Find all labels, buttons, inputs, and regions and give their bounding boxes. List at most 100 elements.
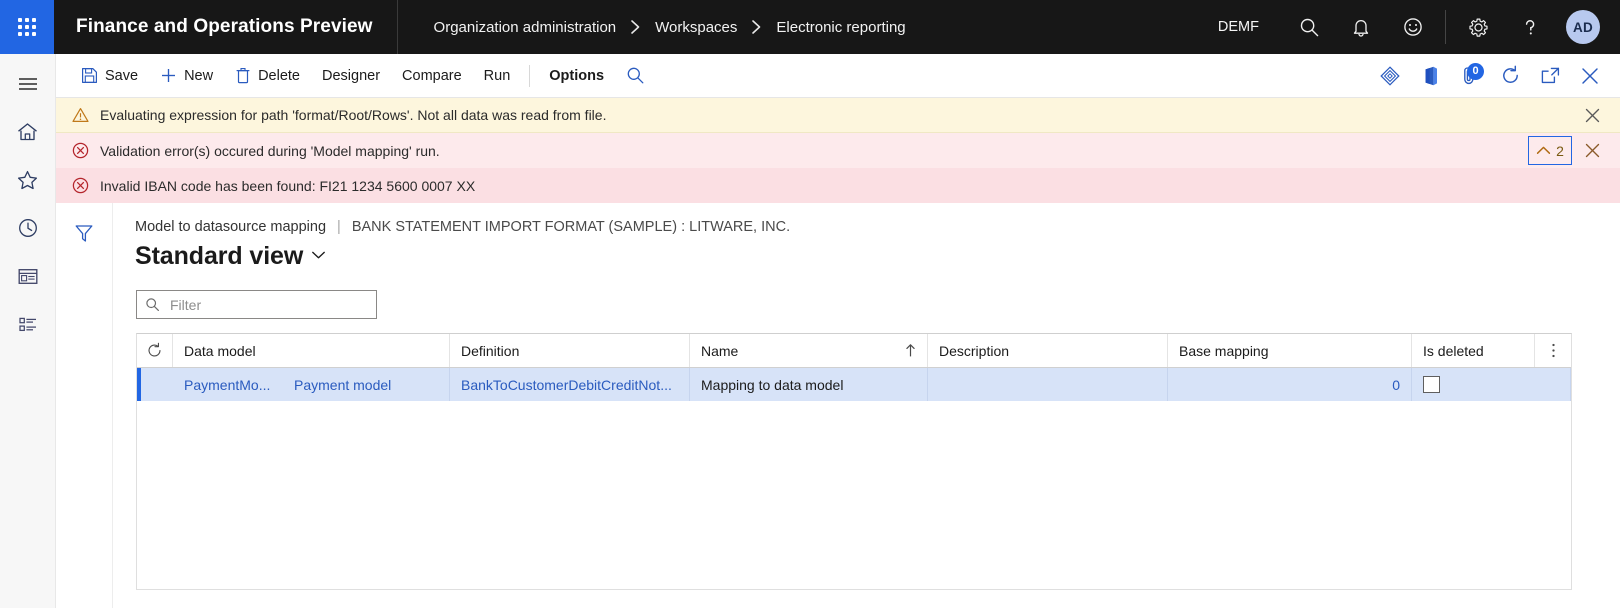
close-icon[interactable] [1570,55,1610,97]
grid-header-row: Data model Definition Name Description B… [137,334,1571,368]
data-model-name: Payment model [294,376,392,393]
attachments-count-badge: 0 [1467,62,1484,80]
page-caption: Model to datasource mapping | BANK STATE… [135,213,1600,235]
waffle-grid-icon [18,18,36,36]
options-label: Options [549,67,605,84]
error-message-text: Validation error(s) occured during 'Mode… [100,142,440,159]
error-circle-icon [72,142,89,159]
error-detail-text: Invalid IBAN code has been found: FI21 1… [100,177,476,194]
filter-pane-rail [56,203,113,608]
cell-definition[interactable]: BankToCustomerDebitCreditNot... [450,368,690,401]
options-button[interactable]: Options [538,55,615,97]
compare-label: Compare [402,67,462,84]
column-header-description[interactable]: Description [928,334,1168,367]
cell-base-mapping[interactable]: 0 [1168,368,1412,401]
office-app-icon[interactable] [1410,55,1450,97]
command-search-icon[interactable] [615,55,655,97]
mappings-grid: Data model Definition Name Description B… [136,333,1572,590]
cell-name[interactable]: Mapping to data model [690,368,928,401]
column-header-base-mapping[interactable]: Base mapping [1168,334,1412,367]
help-question-icon[interactable] [1504,0,1556,54]
column-header-label: Description [939,342,1010,359]
command-bar-actions: 0 [1370,55,1620,97]
column-header-label: Base mapping [1179,342,1269,359]
recent-clock-icon[interactable] [0,204,55,252]
error-bar-actions: 2 [1528,134,1620,168]
favorites-star-icon[interactable] [0,156,55,204]
avatar[interactable]: AD [1566,10,1600,44]
content-area: Model to datasource mapping | BANK STATE… [56,203,1620,608]
breadcrumb-item-1[interactable]: Workspaces [655,19,737,36]
modules-list-icon[interactable] [0,300,55,348]
new-label: New [184,67,214,84]
collapse-messages-button[interactable]: 2 [1528,136,1572,165]
breadcrumb-item-2[interactable]: Electronic reporting [776,19,905,36]
company-selector[interactable]: DEMF [1194,19,1283,35]
chevron-down-icon [311,250,326,264]
attachments-icon[interactable]: 0 [1450,55,1490,97]
cell-data-model[interactable]: PaymentMo... Payment model [173,368,450,401]
delete-button[interactable]: Delete [224,55,311,97]
close-icon[interactable] [1572,98,1612,132]
filter-input-wrapper[interactable] [136,290,377,319]
column-header-name[interactable]: Name [690,334,928,367]
column-header-definition[interactable]: Definition [450,334,690,367]
column-header-is-deleted[interactable]: Is deleted [1412,334,1535,367]
top-navigation-actions: DEMF AD [1194,0,1620,54]
page-title: Standard view [135,242,304,270]
nav-divider [1445,10,1446,44]
cell-is-deleted[interactable] [1412,368,1571,401]
delete-label: Delete [258,67,300,84]
save-disk-icon [81,67,98,84]
close-icon[interactable] [1572,134,1612,168]
caption-separator: | [337,219,341,235]
sort-ascending-arrow-icon [899,343,916,358]
column-header-data-model[interactable]: Data model [173,334,450,367]
error-message-bar: Validation error(s) occured during 'Mode… [56,133,1620,168]
row-indicator [137,368,173,401]
column-header-label: Is deleted [1423,342,1484,359]
view-selector-row: Standard view [135,242,1600,271]
workspaces-icon[interactable] [0,252,55,300]
command-bar: Save New Delete Designer Compare Run Opt… [56,54,1620,98]
message-count: 2 [1556,142,1564,159]
settings-gear-icon[interactable] [1452,0,1504,54]
grid-refresh-button[interactable] [137,334,173,367]
error-circle-icon [72,177,89,194]
top-navigation-bar: Finance and Operations Preview Organizat… [0,0,1620,54]
breadcrumb-item-0[interactable]: Organization administration [434,19,617,36]
save-button[interactable]: Save [70,55,149,97]
search-icon[interactable] [1283,0,1335,54]
column-header-label: Name [701,342,739,359]
hamburger-menu-icon[interactable] [0,60,55,108]
grid-body: PaymentMo... Payment model BankToCustome… [137,368,1571,589]
application-window: Finance and Operations Preview Organizat… [0,0,1620,608]
cell-description[interactable] [928,368,1168,401]
filter-input[interactable] [168,295,368,314]
column-options-ellipsis-icon[interactable] [1535,334,1571,367]
designer-button[interactable]: Designer [311,55,391,97]
view-selector[interactable]: Standard view [135,242,326,271]
data-model-id: PaymentMo... [184,376,271,393]
error-detail-message-bar: Invalid IBAN code has been found: FI21 1… [56,168,1620,203]
open-in-new-window-icon[interactable] [1530,55,1570,97]
compare-button[interactable]: Compare [391,55,473,97]
trash-icon [235,67,251,84]
chevron-right-icon [630,20,641,34]
refresh-icon[interactable] [1490,55,1530,97]
is-deleted-checkbox[interactable] [1423,376,1440,393]
home-icon[interactable] [0,108,55,156]
caption-main: Model to datasource mapping [135,219,327,235]
personalize-diamond-icon[interactable] [1370,55,1410,97]
run-button[interactable]: Run [473,55,522,97]
body-area: Save New Delete Designer Compare Run Opt… [0,54,1620,608]
chevron-up-icon [1536,143,1551,159]
table-row[interactable]: PaymentMo... Payment model BankToCustome… [137,368,1571,401]
column-header-label: Definition [461,342,520,359]
feedback-smiley-icon[interactable] [1387,0,1439,54]
column-header-label: Data model [184,342,256,359]
app-launcher-button[interactable] [0,0,54,54]
filter-funnel-icon[interactable] [64,215,104,251]
notifications-bell-icon[interactable] [1335,0,1387,54]
new-button[interactable]: New [149,55,224,97]
